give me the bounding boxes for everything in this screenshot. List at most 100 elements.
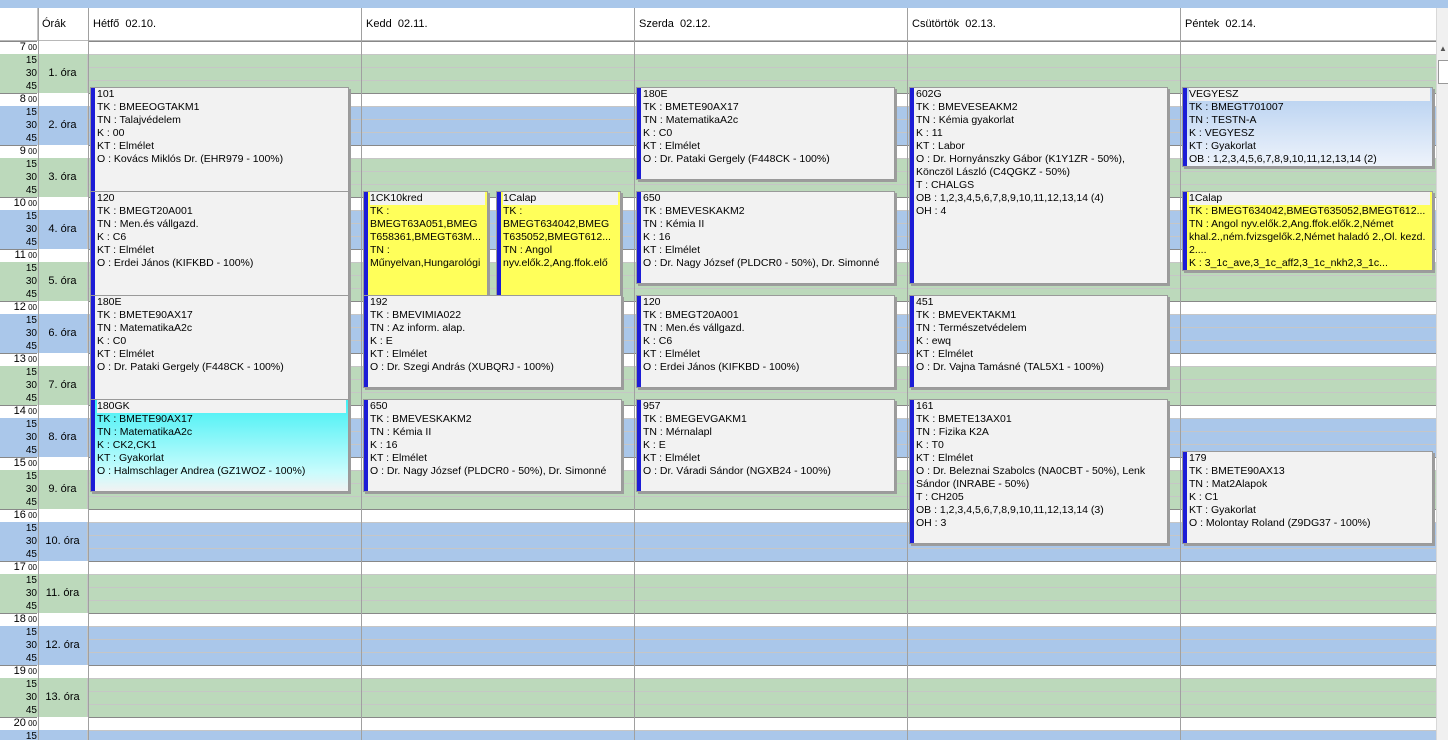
event-card[interactable]: 1Calap TK : BMEGT634042,BMEGT635052,BMEGT… [1182, 191, 1433, 271]
event-line: TK : BMEGT20A001 [643, 309, 739, 321]
event-line: K : 3_1c_ave,3_1c_aff2,3_1c_nkh2,3_1c... [1189, 257, 1388, 269]
event-card[interactable]: 180E TK : BMETE90AX17 TN : MatematikaA2c K … [90, 295, 349, 401]
event-line: khal.2.,ném.fvizsgelők.2,Német haladó 2.… [1189, 231, 1426, 243]
event-line: OB : 1,2,3,4,5,6,7,8,9,10,11,12,13,14 (3… [916, 504, 1104, 516]
event-card[interactable]: 120 TK : BMEGT20A001 TN : Men.és vállgazd.… [636, 295, 895, 388]
event-card[interactable]: 1Calap TK : BMEGT634042,BMEG T635052,BMEGT6… [496, 191, 621, 297]
grid-row[interactable] [0, 561, 1436, 574]
time-label-minute: 30 [25, 640, 37, 651]
time-label: 15 [0, 54, 37, 67]
event-color-bar [910, 88, 914, 283]
time-label-hour: 13 [13, 353, 26, 365]
event-color-bar [1183, 88, 1187, 166]
event-line: O : Erdei János (KIFKBD - 100%) [97, 257, 254, 269]
grid-row[interactable] [0, 691, 1436, 704]
event-lines: 101 TK : BMEEOGTAKM1 TN : Talajvédelem K : … [97, 88, 346, 166]
grid-row[interactable] [0, 652, 1436, 665]
event-card[interactable]: 650 TK : BMEVESKAKM2 TN : Kémia II K : 16 KT… [636, 191, 895, 284]
day-header-wednesday[interactable]: Szerda 02.12. [635, 8, 908, 40]
time-label: 20 00 [0, 717, 37, 730]
day-header-tuesday[interactable]: Kedd 02.11. [362, 8, 635, 40]
time-label: 30 [0, 431, 37, 444]
time-label: 45 [0, 496, 37, 509]
event-line: TN : Az inform. alap. [370, 322, 466, 334]
event-card[interactable]: 120 TK : BMEGT20A001 TN : Men.és vállgazd.… [90, 191, 349, 297]
time-label: 45 [0, 340, 37, 353]
time-label-minute: 15 [25, 367, 37, 378]
event-card[interactable]: 180E TK : BMETE90AX17 TN : MatematikaA2c K … [636, 87, 895, 180]
event-card[interactable]: 101 TK : BMEEOGTAKM1 TN : Talajvédelem K : … [90, 87, 349, 193]
grid-row[interactable] [0, 548, 1436, 561]
event-line: K : C0 [643, 127, 673, 139]
day-name: Kedd [366, 18, 392, 30]
grid-row[interactable] [0, 678, 1436, 691]
grid-line [88, 652, 1436, 653]
time-label-hour: 16 [13, 509, 26, 521]
event-card[interactable]: 180GK TK : BMETE90AX17 TN : MatematikaA2c K… [90, 399, 349, 492]
event-card[interactable]: 451 TK : BMEVEKTAKM1 TN : Természetvédelem… [909, 295, 1168, 388]
event-color-bar [637, 88, 641, 179]
event-card[interactable]: 602G TK : BMEVESEAKM2 TN : Kémia gyakorlat… [909, 87, 1168, 284]
event-color-bar [1183, 192, 1187, 270]
event-card[interactable]: 957 TK : BMEGEVGAKM1 TN : Mérnalapl K : E KT… [636, 399, 895, 492]
event-lines: 120 TK : BMEGT20A001 TN : Men.és vállgazd.… [97, 192, 346, 270]
time-label: 15 [0, 470, 37, 483]
event-lines: 180GK TK : BMETE90AX17 TN : MatematikaA2c K… [97, 400, 346, 478]
event-card[interactable]: 650 TK : BMEVESKAKM2 TN : Kémia II K : 16 KT… [363, 399, 622, 492]
event-card[interactable]: 192 TK : BMEVIMIA022 TN : Az inform. alap.… [363, 295, 622, 388]
time-label-minute: 00 [25, 355, 37, 364]
grid-row[interactable] [0, 600, 1436, 613]
scroll-up-arrow-icon[interactable]: ▲ [1438, 44, 1448, 54]
time-label: 10 00 [0, 197, 37, 210]
grid-row[interactable] [0, 574, 1436, 587]
time-label: 9 00 [0, 145, 37, 158]
event-card[interactable]: 1CK10kred TK : BMEGT63A051,BMEG T658361,BME… [363, 191, 488, 297]
period-label: 2. óra [38, 106, 88, 145]
grid-row[interactable] [0, 730, 1436, 740]
grid-row[interactable] [0, 613, 1436, 626]
grid-row[interactable] [0, 67, 1436, 80]
event-line: KT : Elmélet [370, 452, 427, 464]
event-card[interactable]: 179 TK : BMETE90AX13 TN : Mat2Alapok K : C1… [1182, 451, 1433, 544]
day-date: 02.14. [1225, 18, 1256, 30]
period-label: 5. óra [38, 262, 88, 301]
event-color-bar [91, 400, 95, 491]
event-line: K : E [643, 439, 666, 451]
event-line: KT : Elmélet [643, 244, 700, 256]
grid-row[interactable] [0, 41, 1436, 54]
event-line: TN : MatematikaA2c [643, 114, 739, 126]
event-line: TK : BMEGT20A001 [97, 205, 193, 217]
day-header-thursday[interactable]: Csütörtök 02.13. [908, 8, 1181, 40]
day-name: Hétfő [93, 18, 120, 30]
event-line: TK : BMEGT701007 [1189, 101, 1284, 113]
event-line: TN : Mérnalapl [643, 426, 712, 438]
day-header-friday[interactable]: Péntek 02.14. [1181, 8, 1436, 40]
grid-row[interactable] [0, 639, 1436, 652]
event-color-bar [364, 192, 368, 296]
event-card[interactable]: VEGYESZ TK : BMEGT701007 TN : TESTN-A K : V… [1182, 87, 1433, 167]
time-label: 30 [0, 535, 37, 548]
event-line: K : 16 [370, 439, 398, 451]
header-left-blank [0, 8, 38, 40]
period-label: 4. óra [38, 210, 88, 249]
event-card[interactable]: 161 TK : BMETE13AX01 TN : Fizika K2A K : T0… [909, 399, 1168, 544]
grid-row[interactable] [0, 587, 1436, 600]
scrollbar-thumb[interactable] [1438, 60, 1448, 84]
grid-line [88, 574, 1436, 575]
time-label-minute: 00 [25, 459, 37, 468]
event-room: 180GK [97, 400, 346, 413]
grid-row[interactable] [0, 626, 1436, 639]
event-room: 120 [643, 296, 661, 308]
grid-row[interactable] [0, 717, 1436, 730]
event-room: 192 [370, 296, 388, 308]
day-header-monday[interactable]: Hétfő 02.10. [89, 8, 362, 40]
time-label-minute: 15 [25, 575, 37, 586]
grid-row[interactable] [0, 54, 1436, 67]
event-room: 161 [916, 400, 934, 412]
grid-row[interactable] [0, 704, 1436, 717]
event-line: O : Halmschlager Andrea (GZ1WOZ - 100%) [97, 465, 306, 477]
vertical-scrollbar[interactable]: ▲ [1436, 8, 1448, 740]
period-label: 9. óra [38, 470, 88, 509]
time-label: 17 00 [0, 561, 37, 574]
grid-row[interactable] [0, 665, 1436, 678]
